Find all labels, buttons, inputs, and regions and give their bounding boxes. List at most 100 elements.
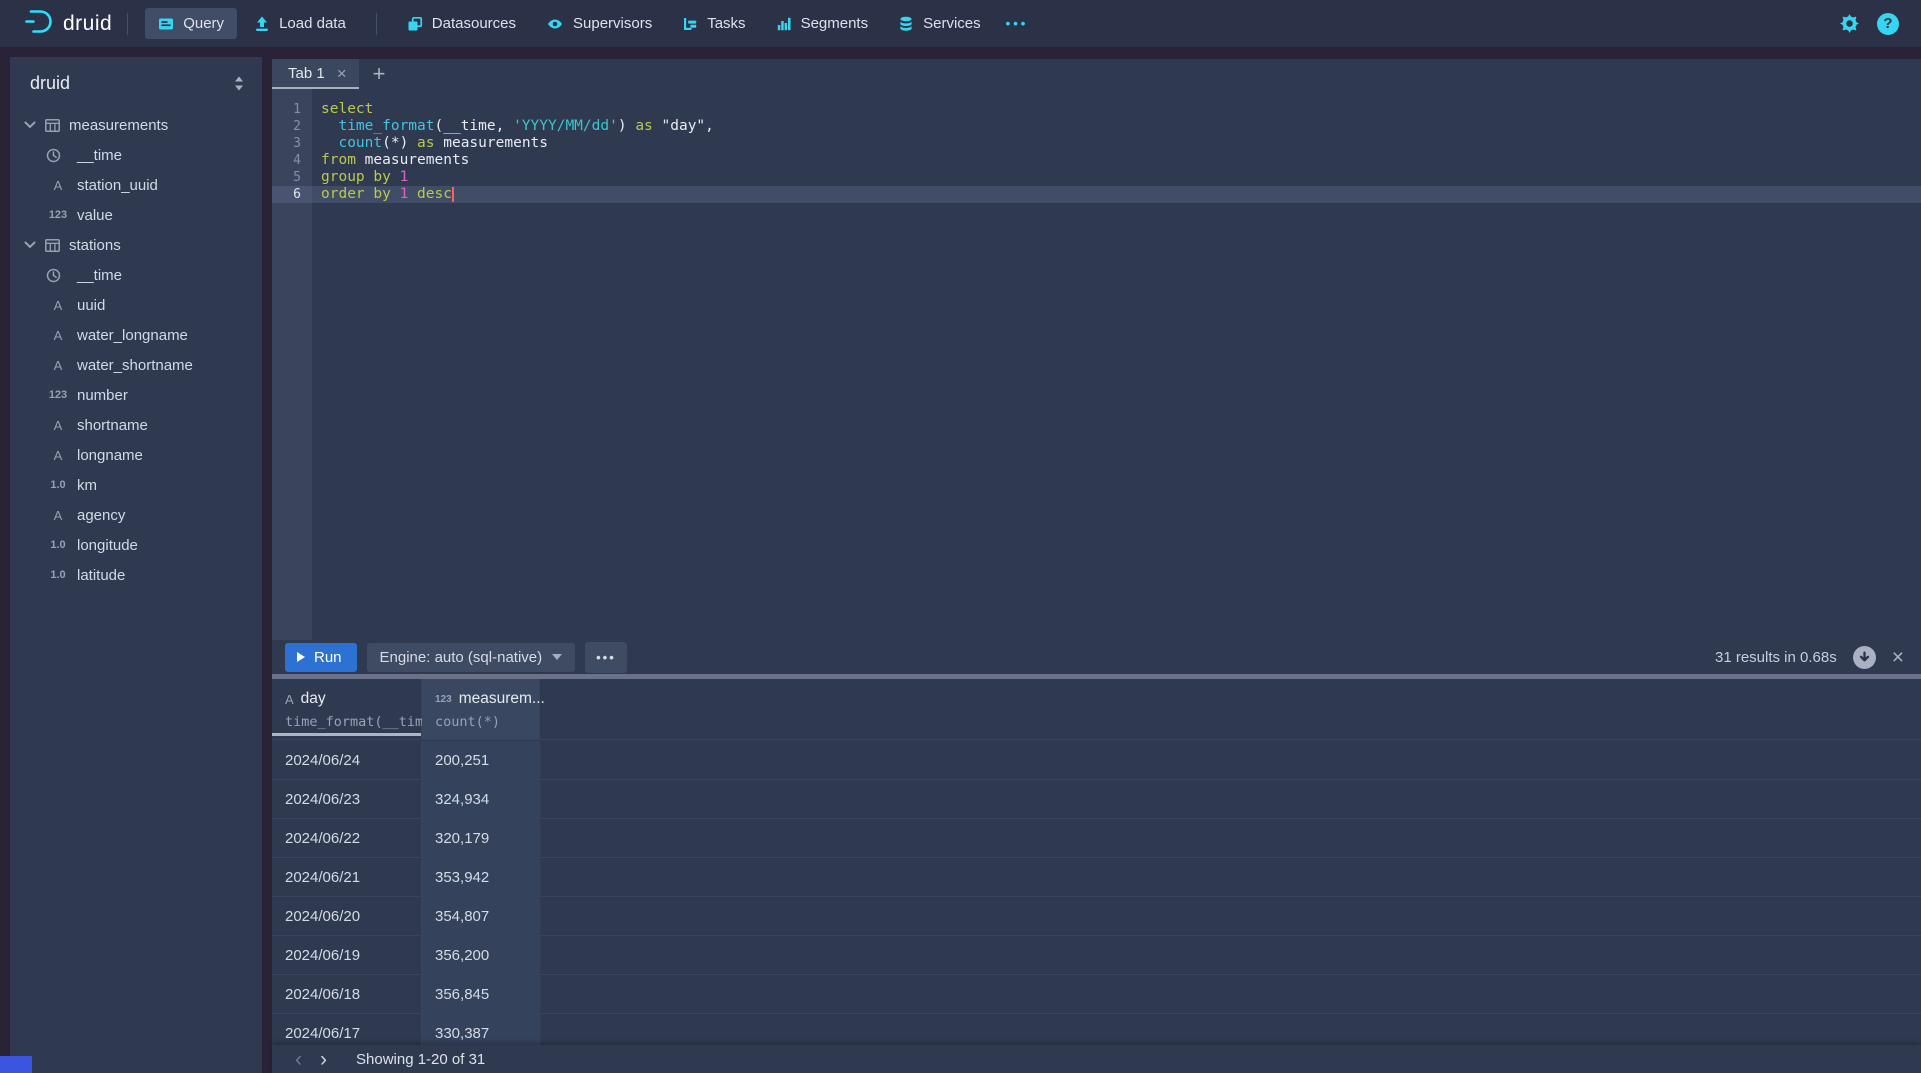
tree-column-water-longname[interactable]: Awater_longname: [10, 320, 262, 350]
table-icon: [45, 239, 60, 252]
tree-item-label: measurements: [69, 117, 168, 134]
nav-item-datasources[interactable]: Datasources: [394, 8, 529, 39]
nav-item-supervisors[interactable]: Supervisors: [533, 8, 665, 39]
tree-column-longitude[interactable]: 1.0longitude: [10, 530, 262, 560]
query-icon: [158, 16, 174, 32]
close-results-icon[interactable]: ×: [1892, 647, 1904, 668]
code-text: from measurements: [312, 152, 1921, 169]
table-cell[interactable]: 2024/06/19: [272, 936, 422, 974]
pagination-label: Showing 1-20 of 31: [356, 1051, 485, 1068]
schema-selector[interactable]: druid: [10, 57, 262, 102]
string-type-icon: A: [46, 418, 70, 433]
table-cell[interactable]: 356,845: [422, 975, 540, 1013]
column-header-day[interactable]: Adaytime_format(__time, …: [272, 679, 422, 739]
code-token: [321, 135, 338, 151]
tree-column-time[interactable]: __time: [10, 260, 262, 290]
nav-item-load-data[interactable]: Load data: [241, 8, 359, 39]
column-name: day: [301, 690, 326, 708]
code-token: group by: [321, 169, 391, 185]
code-token: 1: [400, 169, 409, 185]
download-icon[interactable]: [1853, 646, 1876, 669]
brand[interactable]: druid: [24, 8, 112, 40]
tree-column-station-uuid[interactable]: Astation_uuid: [10, 170, 262, 200]
tree-column-uuid[interactable]: Auuid: [10, 290, 262, 320]
string-type-icon: A: [46, 448, 70, 463]
engine-select[interactable]: Engine: auto (sql-native): [367, 643, 576, 672]
table-cell[interactable]: 200,251: [422, 741, 540, 779]
table-cell[interactable]: 2024/06/24: [272, 741, 422, 779]
table-cell[interactable]: 330,387: [422, 1014, 540, 1045]
datasources-icon: [407, 16, 423, 32]
tree-item-label: __time: [77, 267, 122, 284]
table-cell[interactable]: 2024/06/20: [272, 897, 422, 935]
table-cell[interactable]: 2024/06/22: [272, 819, 422, 857]
sql-editor[interactable]: 1select2 time_format(__time, 'YYYY/MM/dd…: [272, 89, 1921, 640]
column-header-measurem[interactable]: 123measurem...count(*): [422, 679, 540, 739]
float-type-icon: 1.0: [46, 569, 70, 581]
tree-column-water-shortname[interactable]: Awater_shortname: [10, 350, 262, 380]
run-button[interactable]: Run: [285, 643, 357, 672]
help-icon[interactable]: ?: [1877, 13, 1899, 35]
table-cell[interactable]: 354,807: [422, 897, 540, 935]
schema-sidebar: druid measurements__timeAstation_uuid123…: [10, 57, 262, 1073]
table-cell[interactable]: 356,200: [422, 936, 540, 974]
next-page-button[interactable]: ›: [311, 1049, 336, 1070]
pagination-bar: ‹ › Showing 1-20 of 31: [272, 1045, 1921, 1073]
chevron-down-icon: [24, 121, 36, 129]
nav-item-more[interactable]: •••: [996, 9, 1039, 38]
run-bar-right: 31 results in 0.68s ×: [1715, 646, 1921, 669]
settings-gear-icon[interactable]: [1840, 14, 1859, 33]
string-type-icon: A: [46, 358, 70, 373]
text-cursor: [452, 187, 454, 202]
tab-label: Tab 1: [288, 65, 325, 82]
results-panel: Adaytime_format(__time, …123measurem...c…: [272, 679, 1921, 1073]
tree-column-latitude[interactable]: 1.0latitude: [10, 560, 262, 590]
code-token: ): [618, 118, 635, 134]
code-token: 1: [400, 186, 409, 202]
table-cell[interactable]: 2024/06/23: [272, 780, 422, 818]
table-cell[interactable]: 353,942: [422, 858, 540, 896]
tree-column-longname[interactable]: Alongname: [10, 440, 262, 470]
tasks-icon: [682, 16, 698, 32]
nav-item-label: Tasks: [707, 15, 745, 32]
code-token: 'YYYY/MM/dd': [513, 118, 618, 134]
code-token: [391, 169, 400, 185]
tree-item-label: water_shortname: [77, 357, 193, 374]
add-tab-button[interactable]: +: [359, 59, 400, 89]
services-icon: [898, 16, 914, 32]
line-number: 5: [272, 169, 312, 186]
more-options-button[interactable]: •••: [585, 642, 627, 673]
nav-item-services[interactable]: Services: [885, 8, 994, 39]
table-row: 2024/06/22320,179: [272, 819, 1921, 858]
results-rows: 2024/06/24200,2512024/06/23324,9342024/0…: [272, 741, 1921, 1045]
table-cell[interactable]: 2024/06/18: [272, 975, 422, 1013]
tree-column-value[interactable]: 123value: [10, 200, 262, 230]
nav-item-segments[interactable]: Segments: [763, 8, 882, 39]
tree-column-agency[interactable]: Aagency: [10, 500, 262, 530]
nav-item-tasks[interactable]: Tasks: [669, 8, 758, 39]
tree-column-number[interactable]: 123number: [10, 380, 262, 410]
tree-table-measurements[interactable]: measurements: [10, 110, 262, 140]
tree-column-shortname[interactable]: Ashortname: [10, 410, 262, 440]
tree-table-stations[interactable]: stations: [10, 230, 262, 260]
tree-item-label: water_longname: [77, 327, 188, 344]
blue-indicator: [0, 1056, 32, 1073]
double-caret-icon: [234, 76, 244, 91]
tree-column-time[interactable]: __time: [10, 140, 262, 170]
table-cell[interactable]: 324,934: [422, 780, 540, 818]
close-tab-icon[interactable]: ×: [337, 65, 347, 82]
table-cell[interactable]: 2024/06/17: [272, 1014, 422, 1045]
druid-logo-icon: [24, 8, 54, 40]
prev-page-button[interactable]: ‹: [286, 1049, 311, 1070]
code-token: [321, 118, 338, 134]
string-type-icon: A: [46, 508, 70, 523]
tree-item-label: longitude: [77, 537, 138, 554]
table-icon: [45, 119, 60, 132]
tab-1[interactable]: Tab 1 ×: [272, 59, 359, 89]
nav-item-query[interactable]: Query: [145, 8, 237, 39]
table-cell[interactable]: 2024/06/21: [272, 858, 422, 896]
table-cell[interactable]: 320,179: [422, 819, 540, 857]
supervisors-icon: [546, 16, 564, 32]
nav-divider: [127, 13, 128, 35]
tree-column-km[interactable]: 1.0km: [10, 470, 262, 500]
